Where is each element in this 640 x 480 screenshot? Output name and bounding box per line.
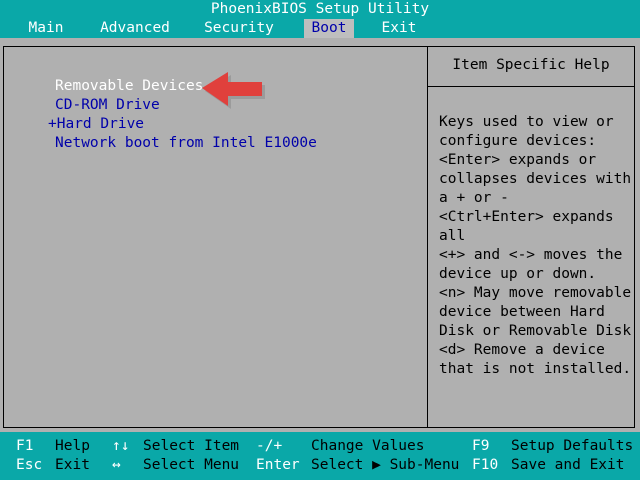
boot-item-hard-drive[interactable]: +Hard Drive [48,115,144,134]
boot-panel: Removable Devices CD-ROM Drive +Hard Dri… [0,38,640,432]
boot-item-removable-devices[interactable]: Removable Devices [55,77,203,96]
boot-item-network-boot[interactable]: Network boot from Intel E1000e [55,134,317,153]
help-line: <+> and <-> moves the [439,247,623,263]
help-line: a + or - [439,190,509,206]
help-line: that is not installed. [439,361,632,377]
help-line: Keys used to view or [439,114,614,130]
change-values-desc: Change Values [311,438,425,454]
minus-plus-key: -/+ [256,438,283,454]
f1-key: F1 [16,438,34,454]
tab-boot[interactable]: Boot [304,19,354,38]
esc-key: Esc [16,457,43,473]
help-line: device up or down. [439,266,597,282]
up-down-arrows-icon: ↑↓ [112,438,130,454]
select-item-desc: Select Item [143,438,240,454]
select-menu-desc: Select Menu [143,457,240,473]
tab-main[interactable]: Main [20,19,72,38]
tab-exit[interactable]: Exit [376,19,422,38]
setup-defaults-desc: Setup Defaults [511,438,634,454]
f9-key: F9 [472,438,490,454]
menu-bar: Main Advanced Security Boot Exit [0,19,640,38]
help-line: <d> Remove a device [439,342,605,358]
help-line: configure devices: [439,133,597,149]
help-line: collapses devices with [439,171,632,187]
help-line: <Enter> expands or [439,152,597,168]
help-line: device between Hard [439,304,605,320]
help-key-desc: Help [55,438,90,454]
help-text: Keys used to view or configure devices: … [439,113,632,379]
left-right-arrows-icon: ↔ [112,457,121,473]
bios-title: PhoenixBIOS Setup Utility [0,0,640,19]
key-legend: F1 Help ↑↓ Select Item -/+ Change Values… [0,436,640,480]
help-title: Item Specific Help [452,57,610,73]
select-submenu-desc: Select ▶ Sub-Menu [311,457,460,473]
help-line: all [439,228,466,244]
boot-item-cdrom-drive[interactable]: CD-ROM Drive [55,96,160,115]
f10-key: F10 [472,457,499,473]
save-and-exit-desc: Save and Exit [511,457,625,473]
help-divider [427,86,635,87]
help-line: <Ctrl+Enter> expands [439,209,614,225]
tab-security[interactable]: Security [200,19,278,38]
enter-key: Enter [256,457,300,473]
red-arrow-pointer-icon [202,72,265,109]
help-line: Disk or Removable Disk [439,323,632,339]
exit-desc: Exit [55,457,90,473]
help-line: <n> May move removable [439,285,632,301]
tab-advanced[interactable]: Advanced [96,19,174,38]
